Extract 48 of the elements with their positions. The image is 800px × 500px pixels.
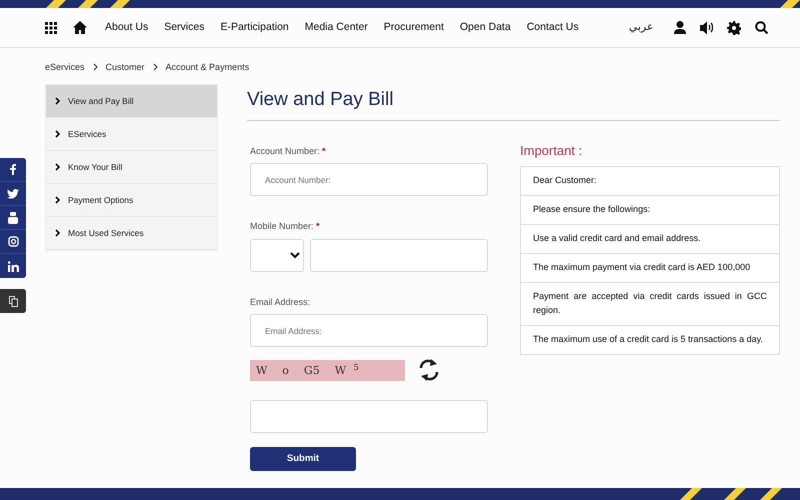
input-field[interactable]: Account Number: — [250, 163, 488, 196]
sidebar-item[interactable]: Know Your Bill — [46, 151, 217, 184]
chevron-icon — [92, 63, 98, 71]
chevron-icon — [152, 63, 158, 71]
chevron-icon — [55, 130, 60, 138]
sidebar-item[interactable]: Most Used Services — [46, 217, 217, 250]
breadcrumb-link[interactable]: eServices — [45, 61, 85, 74]
page-title: View and Pay Bill — [247, 89, 780, 121]
notice-item: The maximum payment via credit card is AED 100,000 — [521, 254, 779, 284]
nav-link[interactable]: Contact Us — [526, 20, 579, 36]
field-label: Mobile Number: * — [250, 220, 321, 234]
nav-link[interactable]: E-Participation — [220, 20, 289, 36]
notice-item: Dear Customer: — [521, 167, 779, 196]
user-icon[interactable] — [674, 21, 686, 34]
chevron-icon — [55, 163, 60, 171]
captcha-input-field[interactable] — [250, 400, 488, 434]
important-heading: Important : — [520, 142, 584, 160]
nav-link[interactable]: Services — [164, 20, 204, 36]
copy-document-icon[interactable] — [0, 289, 26, 313]
refresh-icon[interactable] — [418, 358, 440, 382]
chevron-icon — [55, 229, 60, 237]
chevron-icon — [55, 97, 60, 105]
nav-link[interactable]: Open Data — [460, 20, 511, 36]
search-icon[interactable] — [755, 21, 768, 34]
speaker-icon[interactable] — [700, 20, 713, 34]
field-label: Email Address: — [250, 296, 312, 309]
submit-button[interactable]: Submit — [250, 447, 356, 472]
sidebar-item[interactable]: Payment Options — [46, 184, 217, 217]
chevron-icon — [55, 196, 60, 204]
captcha-image: W o G5 W $^{5}$ — [250, 360, 405, 381]
apps-grid-icon[interactable] — [45, 22, 57, 34]
input-field[interactable] — [310, 238, 488, 272]
notice-item: Please ensure the followings: — [521, 196, 779, 226]
language-link[interactable]: عربي — [629, 20, 654, 36]
nav-link[interactable]: About Us — [105, 20, 148, 36]
input-field[interactable]: Email Address: — [250, 314, 488, 348]
notice-item: Payment are accepted via credit cards issued in GCC region. — [521, 283, 779, 326]
notice-item: Use a valid credit card and email address. — [521, 225, 779, 254]
home-icon[interactable] — [73, 21, 87, 34]
breadcrumb-link[interactable]: Account & Payments — [166, 61, 250, 74]
nav-link[interactable]: Media Center — [304, 20, 368, 36]
nav-link[interactable]: Procurement — [384, 20, 444, 36]
field-label: Account Number: * — [250, 144, 327, 158]
breadcrumb-link[interactable]: Customer — [106, 61, 145, 74]
sidebar-item[interactable]: View and Pay Bill — [46, 85, 217, 118]
sidebar-item[interactable]: EServices — [46, 118, 217, 151]
settings-icon[interactable] — [727, 20, 741, 34]
notice-item: The maximum use of a credit card is 5 transactions a day. — [532, 332, 764, 346]
